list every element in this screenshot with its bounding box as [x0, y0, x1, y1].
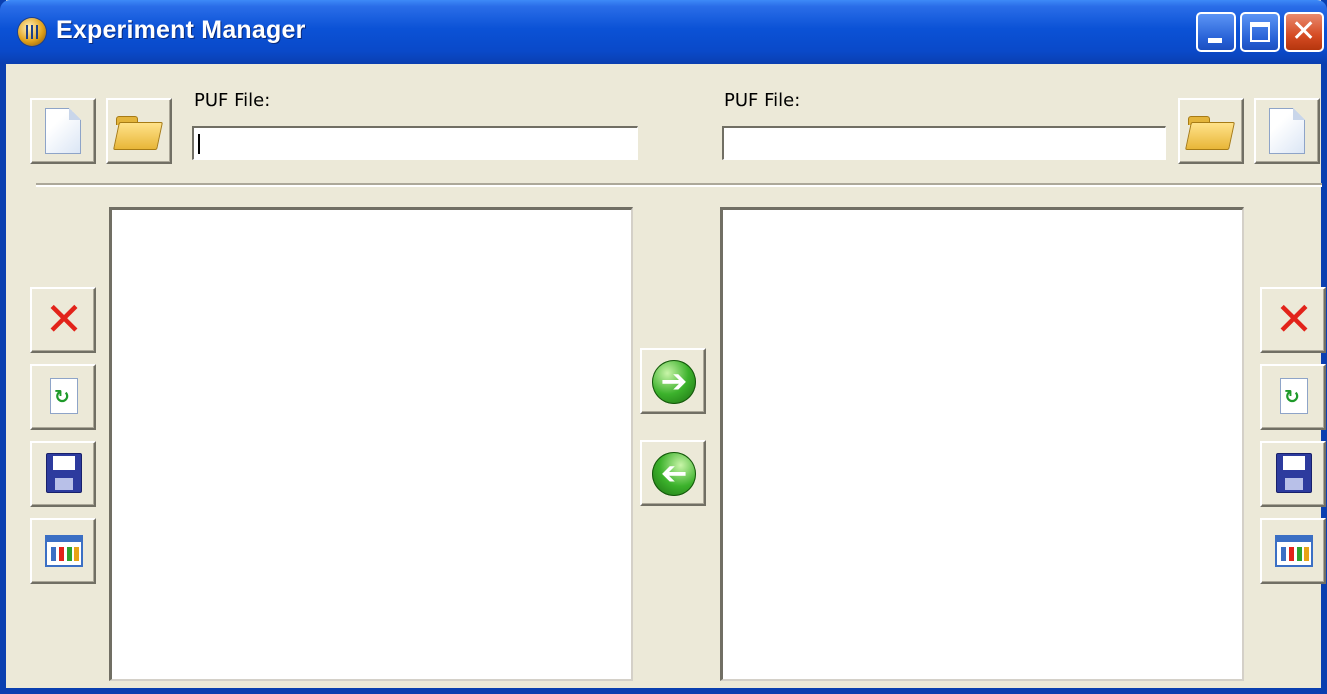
left-new-file-button[interactable] [30, 98, 96, 164]
save-floppy-icon [1276, 453, 1312, 493]
right-save-button[interactable] [1260, 441, 1326, 507]
window-title: Experiment Manager [56, 16, 306, 44]
refresh-document-icon: ↻ [1280, 378, 1308, 414]
left-puf-file-input[interactable] [192, 126, 638, 160]
right-new-file-button[interactable] [1254, 98, 1320, 164]
save-floppy-icon [46, 453, 82, 493]
new-document-icon [1269, 108, 1305, 154]
minimize-icon [1208, 38, 1222, 43]
left-delete-button[interactable]: ✕ [30, 287, 96, 353]
experiment-manager-window: Experiment Manager ✕ PUF File: PUF File:… [0, 0, 1327, 694]
right-delete-button[interactable]: ✕ [1260, 287, 1326, 353]
arrow-right-icon: ➔ [652, 360, 696, 404]
toolbar-separator [36, 183, 1322, 187]
minimize-button[interactable] [1196, 12, 1236, 52]
close-icon: ✕ [1291, 14, 1317, 49]
arrow-left-icon: ➔ [652, 452, 696, 496]
close-button[interactable]: ✕ [1284, 12, 1324, 52]
left-properties-button[interactable] [30, 518, 96, 584]
delete-x-icon: ✕ [44, 292, 84, 346]
open-folder-icon [1185, 116, 1235, 150]
properties-grid-icon [45, 535, 83, 567]
maximize-icon [1250, 22, 1270, 42]
transfer-right-button[interactable]: ➔ [640, 348, 706, 414]
open-folder-icon [113, 116, 163, 150]
delete-x-icon: ✕ [1274, 292, 1314, 346]
left-open-file-button[interactable] [106, 98, 172, 164]
right-refresh-button[interactable]: ↻ [1260, 364, 1326, 430]
left-experiment-list[interactable] [109, 207, 633, 681]
transfer-left-button[interactable]: ➔ [640, 440, 706, 506]
new-document-icon [45, 108, 81, 154]
properties-grid-icon [1275, 535, 1313, 567]
left-refresh-button[interactable]: ↻ [30, 364, 96, 430]
right-experiment-list[interactable] [720, 207, 1244, 681]
left-puf-file-label: PUF File: [194, 90, 271, 111]
left-save-button[interactable] [30, 441, 96, 507]
right-puf-file-input[interactable] [722, 126, 1166, 160]
maximize-button[interactable] [1240, 12, 1280, 52]
app-icon[interactable] [18, 18, 46, 46]
right-open-file-button[interactable] [1178, 98, 1244, 164]
title-bar[interactable]: Experiment Manager ✕ [0, 0, 1327, 64]
right-properties-button[interactable] [1260, 518, 1326, 584]
refresh-document-icon: ↻ [50, 378, 78, 414]
text-caret [198, 134, 200, 154]
right-puf-file-label: PUF File: [724, 90, 801, 111]
